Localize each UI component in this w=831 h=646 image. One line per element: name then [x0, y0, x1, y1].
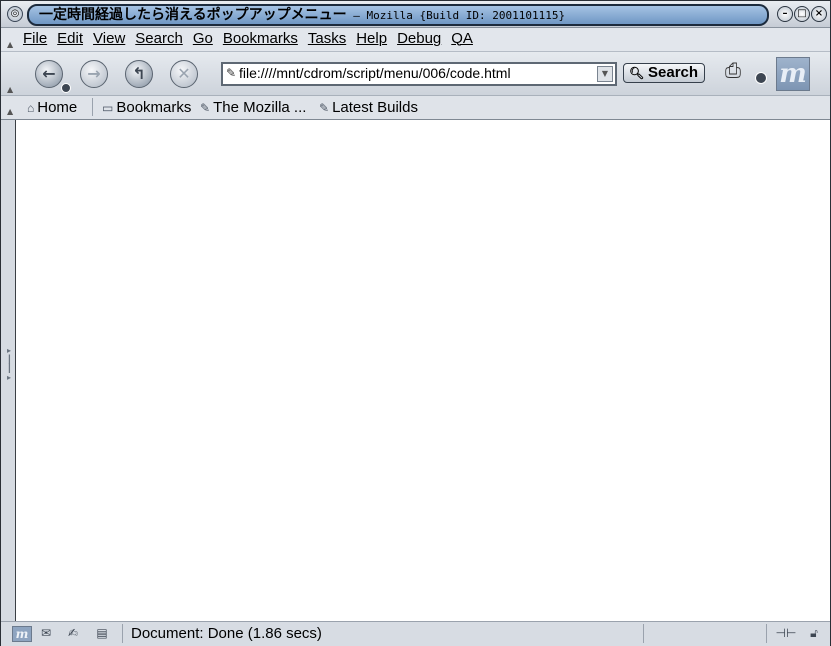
splitter-grip-icon[interactable]: ▸ ┃ ┃ ▸ [7, 346, 12, 382]
home-icon: ⌂ [27, 101, 35, 115]
reload-button[interactable]: ↰ [125, 60, 153, 88]
forward-arrow-icon: → [87, 64, 101, 83]
search-button-label: Search [648, 64, 699, 81]
home-button[interactable]: ⌂ Home [27, 99, 77, 116]
security-lock-icon[interactable]: 🔓︎ [805, 626, 823, 640]
print-dropdown-icon[interactable] [755, 72, 767, 84]
search-button[interactable]: 🔍︎ Search [623, 63, 705, 83]
menu-search[interactable]: Search [135, 30, 183, 47]
back-arrow-icon: ← [42, 64, 56, 83]
bookmark-mozilla-label: The Mozilla ... [213, 99, 307, 116]
back-history-dropdown-icon[interactable] [61, 83, 71, 93]
toolbar-separator [92, 98, 93, 116]
bookmark-icon: ✎ [200, 101, 211, 115]
title-bar[interactable]: ◎ 一定時間経過したら消えるポップアップメニュー – Mozilla {Buil… [1, 1, 830, 28]
stop-button[interactable]: ✕ [170, 60, 198, 88]
menu-qa[interactable]: QA [451, 30, 473, 47]
url-input[interactable]: file:////mnt/cdrom/script/menu/006/code.… [239, 65, 511, 81]
bookmark-latest-builds[interactable]: ✎ Latest Builds [319, 99, 418, 116]
back-button[interactable]: ← [35, 60, 63, 88]
bookmarks-button[interactable]: ▭ Bookmarks [102, 99, 191, 116]
menu-items: File Edit View Search Go Bookmarks Tasks… [23, 30, 473, 47]
online-status-icon[interactable]: ⊣⊢ [774, 626, 798, 640]
window-title: 一定時間経過したら消えるポップアップメニュー – Mozilla {Build … [39, 6, 566, 24]
menu-file[interactable]: File [23, 30, 47, 47]
title-pill: 一定時間経過したら消えるポップアップメニュー – Mozilla {Build … [27, 4, 769, 26]
bookmark-icon: ✎ [319, 101, 330, 115]
status-separator [766, 624, 767, 643]
reload-icon: ↰ [132, 64, 146, 83]
print-icon[interactable]: ⎙ [725, 58, 753, 84]
personal-toolbar: ▲ ⌂ Home ▭ Bookmarks ✎ The Mozilla ... ✎ Lat… [1, 96, 830, 120]
close-icon[interactable]: × [811, 6, 827, 22]
throbber-logo[interactable]: m [776, 57, 810, 91]
browser-window: ◎ 一定時間経過したら消えるポップアップメニュー – Mozilla {Buil… [0, 0, 831, 646]
navigator-icon[interactable]: m [12, 626, 32, 642]
bookmarks-label: Bookmarks [116, 99, 192, 116]
page-content-area[interactable] [16, 120, 830, 621]
mail-icon[interactable]: ✉ [37, 626, 55, 640]
folder-icon: ▭ [102, 101, 114, 115]
menu-edit[interactable]: Edit [57, 30, 83, 47]
page-title: 一定時間経過したら消えるポップアップメニュー [39, 7, 347, 23]
stop-icon: ✕ [177, 64, 191, 83]
toolbar-grip-icon[interactable]: ▲ [7, 85, 17, 95]
composer-icon[interactable]: ✍ [64, 626, 82, 640]
toolbar-grip-icon[interactable]: ▲ [7, 107, 17, 117]
bookmark-latest-builds-label: Latest Builds [332, 99, 418, 116]
page-proxy-icon[interactable]: ✎ [226, 66, 236, 80]
menu-bar: ▲ File Edit View Search Go Bookmarks Tas… [1, 28, 830, 52]
menu-bookmarks[interactable]: Bookmarks [223, 30, 298, 47]
forward-button[interactable]: → [80, 60, 108, 88]
menu-go[interactable]: Go [193, 30, 213, 47]
menu-tasks[interactable]: Tasks [308, 30, 346, 47]
sidebar-splitter[interactable]: ▸ ┃ ┃ ▸ [1, 120, 16, 621]
menu-debug[interactable]: Debug [397, 30, 441, 47]
navigation-toolbar: ▲ ← → ↰ ✕ ✎ file:////mnt/cdrom/script/me… [1, 52, 830, 96]
window-menu-icon[interactable]: ◎ [7, 6, 23, 22]
status-separator [643, 624, 644, 643]
app-name: – Mozilla {Build ID: 2001101115} [346, 9, 566, 22]
address-book-icon[interactable]: ▤ [93, 626, 111, 640]
home-label: Home [37, 99, 78, 116]
status-text: Document: Done (1.86 secs) [131, 625, 322, 642]
magnifier-icon: 🔍︎ [629, 66, 645, 80]
url-bar[interactable]: ✎ file:////mnt/cdrom/script/menu/006/cod… [221, 62, 617, 86]
url-dropdown-icon[interactable]: ▼ [597, 66, 613, 82]
status-bar: m ✉ ✍ ▤ Document: Done (1.86 secs) ⊣⊢ 🔓︎ [1, 621, 830, 646]
minimize-icon[interactable]: – [777, 6, 793, 22]
bookmark-mozilla[interactable]: ✎ The Mozilla ... [200, 99, 306, 116]
menu-view[interactable]: View [93, 30, 125, 47]
toolbar-grip-icon[interactable]: ▲ [7, 40, 17, 50]
maximize-icon[interactable]: □ [794, 6, 810, 22]
menu-help[interactable]: Help [356, 30, 387, 47]
status-separator [122, 624, 123, 643]
